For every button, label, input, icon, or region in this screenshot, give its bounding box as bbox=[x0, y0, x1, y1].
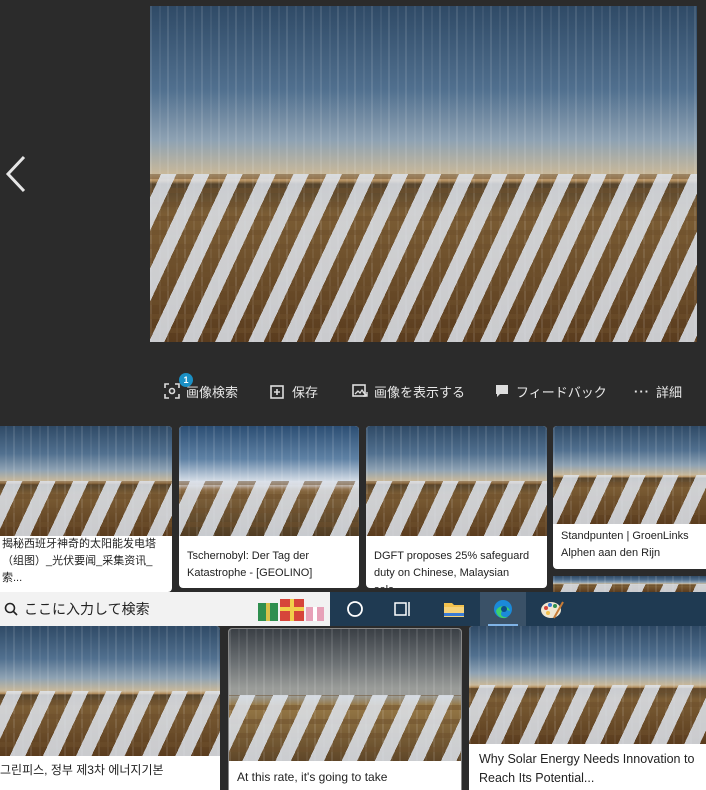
card-thumbnail bbox=[366, 426, 547, 536]
more-label: 詳細 bbox=[656, 384, 683, 400]
view-image-label: 画像を表示する bbox=[374, 384, 466, 400]
file-explorer-icon bbox=[444, 603, 464, 617]
card-caption: At this rate, it's going to take bbox=[237, 770, 388, 784]
more-details-button[interactable]: ··· 詳細 bbox=[634, 381, 682, 401]
view-image-icon bbox=[352, 384, 368, 397]
main-image[interactable] bbox=[150, 6, 697, 342]
gift-boxes-icon bbox=[256, 595, 328, 623]
card-caption: DGFT proposes 25% safeguard duty on Chin… bbox=[374, 550, 530, 588]
file-explorer-button[interactable] bbox=[432, 592, 476, 626]
image-card[interactable]: At this rate, it's going to take bbox=[228, 628, 462, 790]
search-icon bbox=[4, 602, 18, 616]
more-dots-icon: ··· bbox=[634, 383, 650, 399]
card-caption: 그린피스, 정부 제3차 에너지기본 bbox=[0, 763, 164, 777]
card-thumbnail bbox=[553, 426, 706, 524]
save-button[interactable]: 保存 bbox=[270, 381, 318, 401]
card-caption: Why Solar Energy Needs Innovation to Rea… bbox=[479, 752, 695, 785]
previous-image-button[interactable] bbox=[0, 150, 32, 198]
card-thumbnail bbox=[0, 426, 172, 536]
taskbar-search-box[interactable]: ここに入力して検索 bbox=[0, 592, 330, 626]
image-card[interactable]: Standpunten | GroenLinks Alphen aan den … bbox=[553, 426, 706, 569]
visual-search-label: 画像検索 bbox=[186, 384, 239, 400]
paint-button[interactable] bbox=[530, 592, 574, 626]
card-caption: Standpunten | GroenLinks Alphen aan den … bbox=[561, 530, 689, 559]
card-thumbnail[interactable] bbox=[553, 576, 706, 592]
image-card[interactable]: 그린피스, 정부 제3차 에너지기본 bbox=[0, 626, 220, 790]
task-view-icon bbox=[394, 602, 410, 616]
notification-badge: 1 bbox=[179, 373, 193, 387]
save-label: 保存 bbox=[292, 384, 319, 400]
feedback-label: フィードバック bbox=[516, 384, 607, 400]
card-caption: Tschernobyl: Der Tag der Katastrophe - [… bbox=[187, 550, 313, 579]
task-view-button[interactable] bbox=[380, 592, 424, 626]
windows-taskbar: ここに入力して検索 bbox=[0, 592, 706, 626]
image-card[interactable]: 揭秘西班牙神奇的太阳能发电塔（组图）_光伏要闻_采集资讯_索... bbox=[0, 426, 172, 592]
card-thumbnail bbox=[229, 629, 461, 761]
chevron-left-icon bbox=[5, 155, 26, 193]
feedback-button[interactable]: フィードバック bbox=[494, 381, 607, 401]
visual-search-icon bbox=[164, 383, 180, 399]
search-placeholder: ここに入力して検索 bbox=[24, 601, 150, 617]
card-thumbnail bbox=[179, 426, 359, 536]
visual-search-button[interactable]: 1 画像検索 bbox=[164, 373, 239, 401]
image-card[interactable]: DGFT proposes 25% safeguard duty on Chin… bbox=[366, 426, 547, 588]
card-thumbnail bbox=[469, 626, 706, 744]
edge-browser-button[interactable] bbox=[480, 592, 526, 626]
card-thumbnail bbox=[0, 626, 220, 756]
edge-icon bbox=[494, 600, 512, 619]
image-card[interactable]: Why Solar Energy Needs Innovation to Rea… bbox=[469, 626, 706, 790]
cortana-icon bbox=[347, 601, 363, 617]
card-caption: 揭秘西班牙神奇的太阳能发电塔（组图）_光伏要闻_采集资讯_索... bbox=[2, 538, 156, 584]
feedback-icon bbox=[496, 385, 508, 397]
save-collection-icon bbox=[270, 385, 284, 399]
paint-icon bbox=[541, 601, 564, 619]
cortana-button[interactable] bbox=[333, 592, 377, 626]
image-card[interactable]: Tschernobyl: Der Tag der Katastrophe - [… bbox=[179, 426, 359, 588]
view-image-button[interactable]: 画像を表示する bbox=[352, 381, 465, 401]
